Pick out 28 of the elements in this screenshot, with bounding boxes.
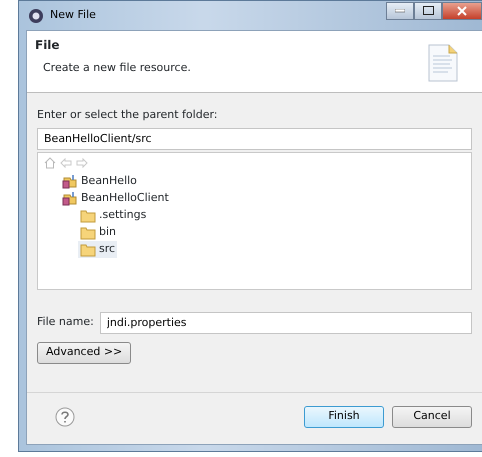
tree-item[interactable]: .settings — [78, 206, 148, 224]
field-label: File name: — [37, 314, 94, 330]
page-title: File — [35, 37, 61, 54]
field-label: Enter or select the parent folder: — [37, 107, 218, 123]
tree-item[interactable]: bin — [78, 224, 118, 240]
maximize-icon — [422, 6, 434, 15]
close-icon — [457, 6, 467, 16]
page-description: Create a new file resource. — [43, 60, 191, 76]
maximize-button[interactable] — [414, 2, 442, 20]
close-button[interactable] — [442, 2, 482, 20]
folder-icon — [80, 208, 96, 222]
tree-item[interactable]: BeanHello — [60, 172, 139, 190]
project-icon — [62, 190, 78, 206]
folder-icon — [80, 242, 96, 256]
document-icon — [428, 44, 458, 82]
minimize-button[interactable] — [386, 2, 414, 20]
dialog-button[interactable]: Cancel — [392, 406, 472, 428]
file-name-field[interactable]: jndi.properties — [100, 312, 472, 334]
window-title: New File — [50, 7, 96, 24]
dialog-button[interactable]: Finish — [304, 406, 384, 428]
minimize-icon — [395, 8, 405, 12]
help-icon[interactable] — [55, 406, 75, 426]
parent-folder-field[interactable]: BeanHelloClient/src — [37, 128, 472, 150]
tree-item[interactable]: BeanHelloClient — [60, 190, 171, 206]
project-icon — [62, 174, 78, 188]
tree-item[interactable]: src — [78, 240, 118, 258]
app-icon — [28, 8, 44, 24]
advanced-button[interactable]: Advanced >> — [37, 342, 132, 364]
